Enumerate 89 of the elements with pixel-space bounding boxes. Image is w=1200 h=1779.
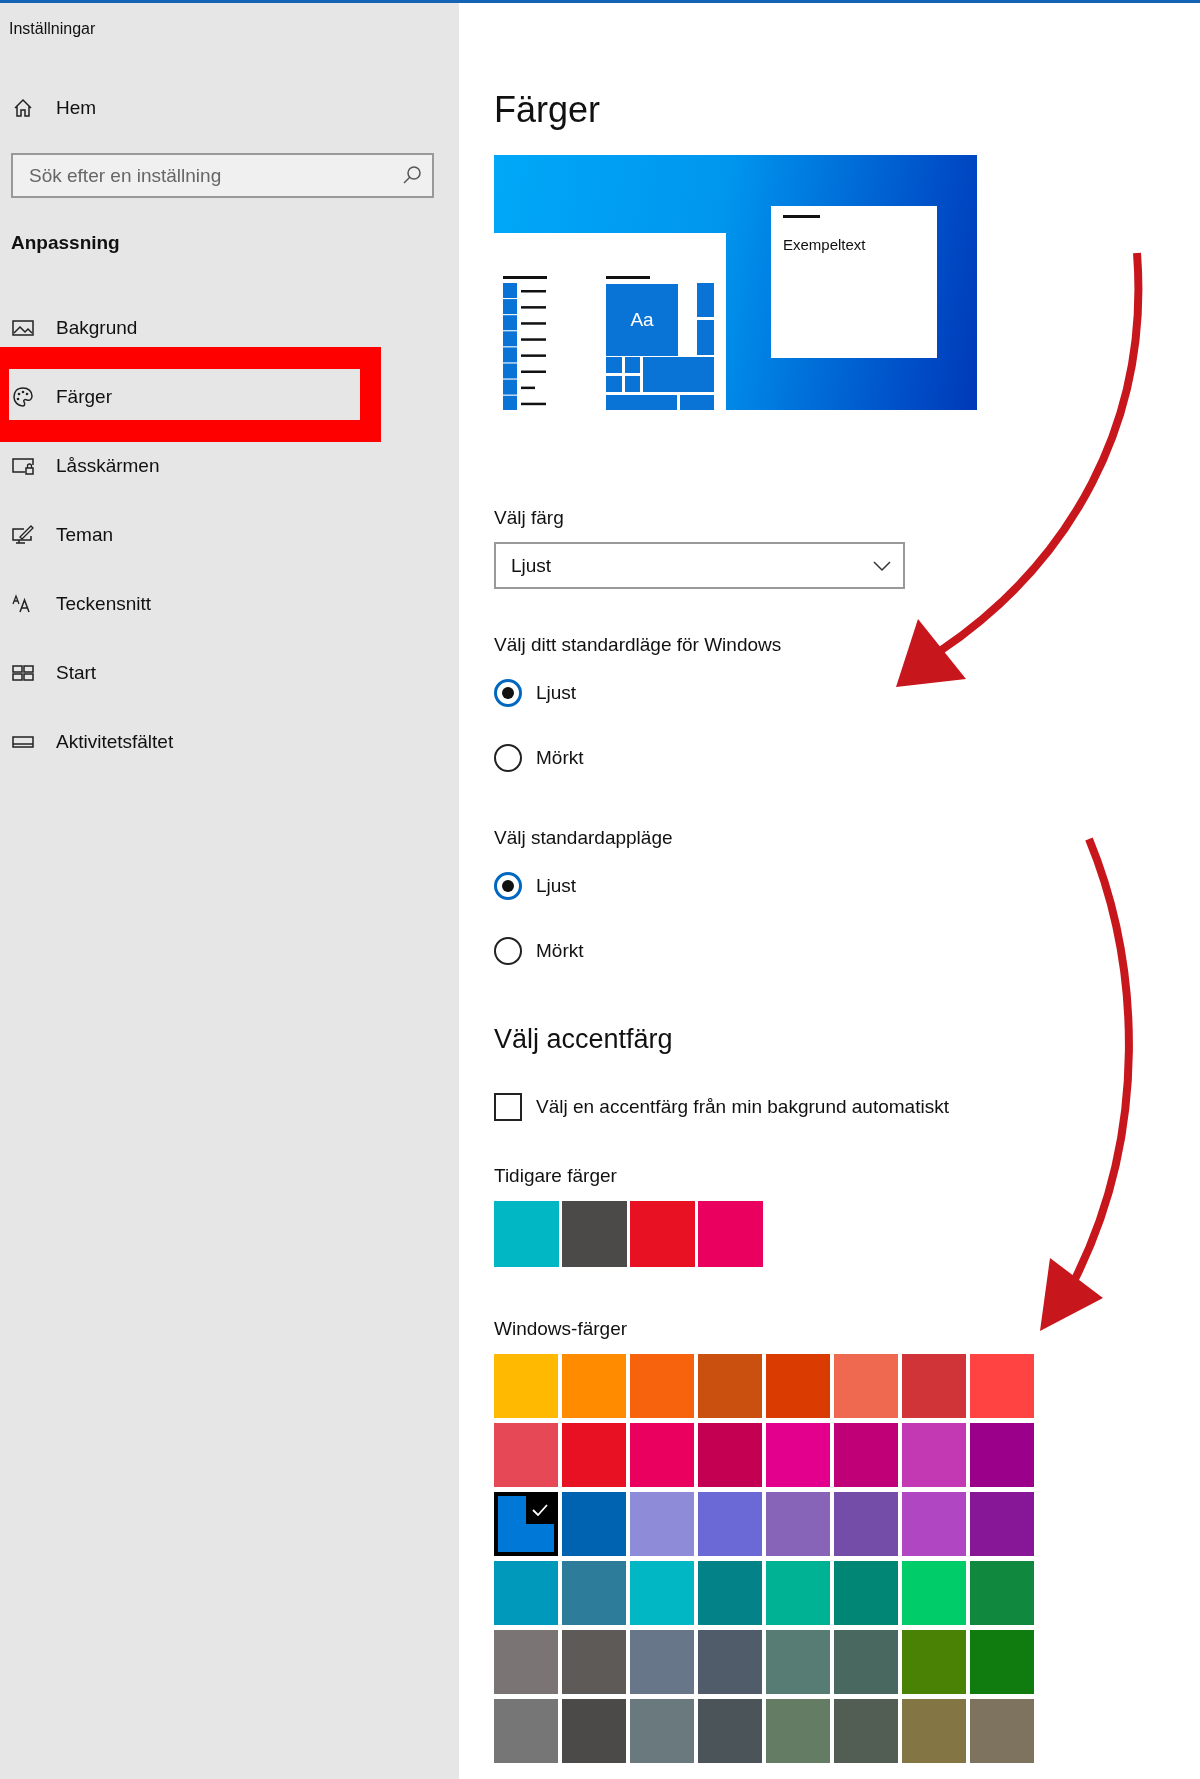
color-swatch[interactable] bbox=[698, 1492, 762, 1556]
group-label: Välj standardappläge bbox=[494, 826, 673, 850]
color-swatch[interactable] bbox=[970, 1561, 1034, 1625]
color-swatch[interactable] bbox=[698, 1423, 762, 1487]
check-icon bbox=[532, 1504, 548, 1516]
group-label: Windows-färger bbox=[494, 1317, 628, 1341]
radio-label: Mörkt bbox=[536, 746, 584, 770]
color-swatch[interactable] bbox=[698, 1630, 762, 1694]
color-swatch[interactable] bbox=[698, 1561, 762, 1625]
color-swatch[interactable] bbox=[902, 1492, 966, 1556]
home-link[interactable]: Hem bbox=[0, 73, 459, 143]
color-swatch[interactable] bbox=[698, 1699, 762, 1763]
sample-tile: Aa bbox=[606, 284, 678, 356]
color-swatch[interactable] bbox=[562, 1699, 626, 1763]
color-swatch[interactable] bbox=[698, 1354, 762, 1418]
color-swatch[interactable] bbox=[902, 1630, 966, 1694]
checkbox-label: Välj en accentfärg från min bakgrund automatiskt bbox=[536, 1095, 949, 1119]
color-swatch[interactable] bbox=[630, 1354, 694, 1418]
color-swatch[interactable] bbox=[970, 1354, 1034, 1418]
group-label: Tidigare färger bbox=[494, 1164, 617, 1188]
color-swatch[interactable] bbox=[766, 1423, 830, 1487]
section-title: Välj accentfärg bbox=[494, 1023, 673, 1056]
color-swatch[interactable] bbox=[766, 1630, 830, 1694]
color-swatch[interactable] bbox=[562, 1201, 627, 1267]
color-swatch[interactable] bbox=[970, 1630, 1034, 1694]
nav-item[interactable]: Teman bbox=[0, 500, 459, 569]
color-swatch[interactable] bbox=[970, 1492, 1034, 1556]
home-icon bbox=[12, 97, 34, 119]
group-label: Välj ditt standardläge för Windows bbox=[494, 633, 782, 657]
field-label: Välj färg bbox=[494, 506, 564, 530]
color-swatch[interactable] bbox=[494, 1423, 558, 1487]
radio-button[interactable] bbox=[494, 872, 522, 900]
sample-text: Exempeltext bbox=[783, 236, 866, 253]
color-swatch[interactable] bbox=[630, 1699, 694, 1763]
color-swatch[interactable] bbox=[630, 1423, 694, 1487]
color-swatch[interactable] bbox=[834, 1492, 898, 1556]
nav-item[interactable]: Bakgrund bbox=[0, 293, 459, 362]
color-swatch[interactable] bbox=[834, 1354, 898, 1418]
color-swatch[interactable] bbox=[902, 1561, 966, 1625]
nav-item[interactable]: Låsskärmen bbox=[0, 431, 459, 500]
search-icon bbox=[402, 165, 422, 185]
color-swatch[interactable] bbox=[834, 1561, 898, 1625]
nav-item[interactable]: Aktivitetsfältet bbox=[0, 707, 459, 776]
color-dropdown[interactable]: Ljust bbox=[494, 542, 905, 589]
radio-label: Mörkt bbox=[536, 939, 584, 963]
color-swatch[interactable] bbox=[630, 1561, 694, 1625]
color-swatch[interactable] bbox=[902, 1354, 966, 1418]
color-swatch[interactable] bbox=[494, 1699, 558, 1763]
color-swatch[interactable] bbox=[494, 1354, 558, 1418]
color-swatch[interactable] bbox=[834, 1699, 898, 1763]
auto-accent-checkbox[interactable] bbox=[494, 1093, 522, 1121]
color-swatch[interactable] bbox=[562, 1354, 626, 1418]
palette-icon bbox=[12, 385, 34, 408]
color-swatch[interactable] bbox=[834, 1423, 898, 1487]
page-title: Färger bbox=[494, 88, 601, 132]
color-swatch[interactable] bbox=[970, 1699, 1034, 1763]
color-swatch[interactable] bbox=[766, 1492, 830, 1556]
color-swatch[interactable] bbox=[494, 1630, 558, 1694]
search-field[interactable]: Sök efter en inställning bbox=[11, 153, 434, 198]
color-swatch[interactable] bbox=[494, 1561, 558, 1625]
color-swatch[interactable] bbox=[834, 1630, 898, 1694]
nav-item[interactable]: Teckensnitt bbox=[0, 569, 459, 638]
radio-button[interactable] bbox=[494, 744, 522, 772]
color-swatch[interactable] bbox=[630, 1630, 694, 1694]
color-swatch[interactable] bbox=[562, 1492, 626, 1556]
chevron-icon bbox=[873, 559, 891, 572]
radio-button[interactable] bbox=[494, 937, 522, 965]
section-heading: Anpassning bbox=[11, 232, 120, 254]
nav-item[interactable]: Färger bbox=[0, 362, 459, 431]
color-swatch[interactable] bbox=[766, 1354, 830, 1418]
themes-icon bbox=[12, 523, 34, 546]
color-swatch[interactable] bbox=[562, 1630, 626, 1694]
color-swatch[interactable] bbox=[970, 1423, 1034, 1487]
radio-label: Ljust bbox=[536, 874, 577, 898]
color-swatch[interactable] bbox=[494, 1492, 558, 1556]
color-swatch[interactable] bbox=[562, 1561, 626, 1625]
nav-item[interactable]: Start bbox=[0, 638, 459, 707]
radio-label: Ljust bbox=[536, 681, 577, 705]
color-swatch[interactable] bbox=[766, 1699, 830, 1763]
color-swatch[interactable] bbox=[562, 1423, 626, 1487]
color-swatch[interactable] bbox=[630, 1201, 695, 1267]
radio-button[interactable] bbox=[494, 679, 522, 707]
window-title: Inställningar bbox=[9, 20, 96, 38]
color-swatch[interactable] bbox=[902, 1699, 966, 1763]
color-swatch[interactable] bbox=[698, 1201, 763, 1267]
color-swatch[interactable] bbox=[902, 1423, 966, 1487]
color-swatch[interactable] bbox=[494, 1201, 559, 1267]
color-swatch[interactable] bbox=[630, 1492, 694, 1556]
color-swatch[interactable] bbox=[766, 1561, 830, 1625]
